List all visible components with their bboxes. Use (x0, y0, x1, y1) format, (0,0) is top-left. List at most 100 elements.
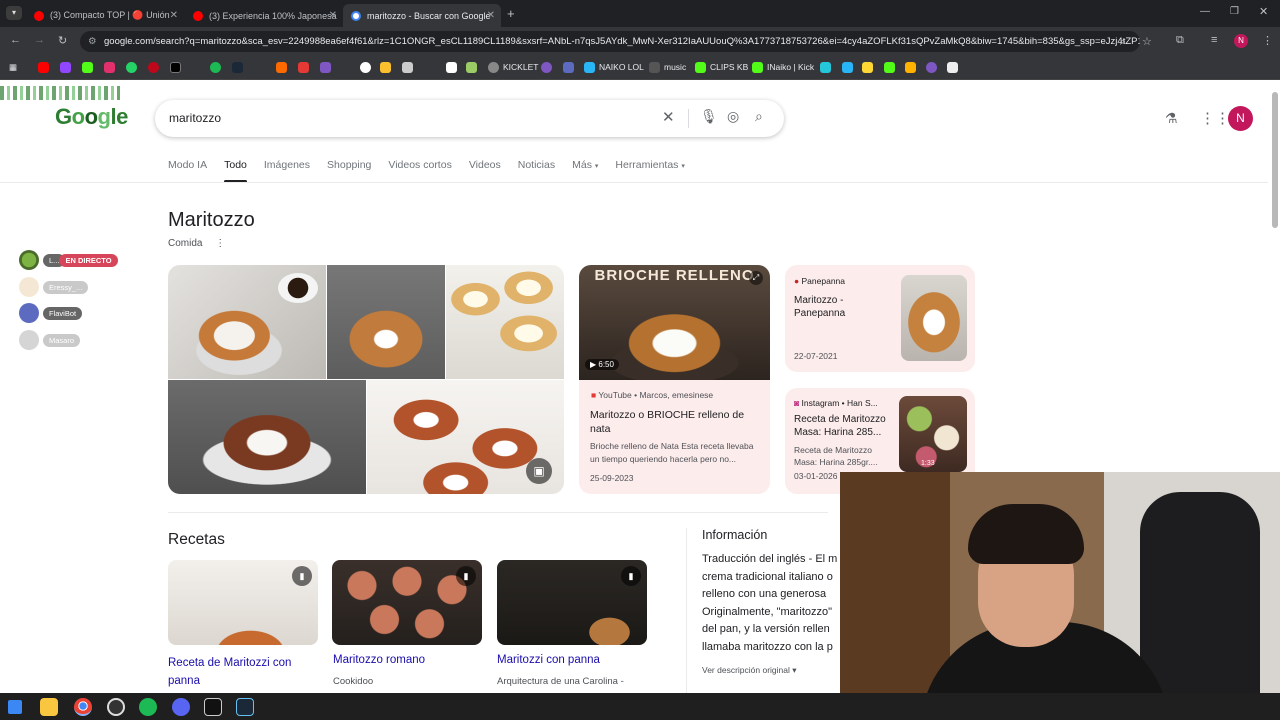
tab-mas[interactable]: Más ▾ (572, 159, 598, 181)
recipe-image-3[interactable]: ▮ (497, 560, 647, 645)
app-icon[interactable] (204, 698, 222, 716)
card-thumbnail[interactable]: 1:33 (899, 396, 967, 472)
bookmark-icon-misc[interactable] (360, 61, 375, 73)
tab-1[interactable]: (3) Compacto TOP | 🔴 Unión ✕ (26, 4, 184, 27)
menu-icon[interactable]: ⋮ (1262, 34, 1273, 47)
spotify-icon[interactable] (139, 698, 157, 716)
video-title[interactable]: Maritozzo o BRIOCHE relleno de nata (590, 408, 762, 436)
card-title[interactable]: Maritozzo - Panepanna (794, 294, 889, 320)
bookmark-icon[interactable]: ▮ (292, 566, 312, 586)
new-tab-button[interactable]: + (507, 6, 515, 21)
recipe-title[interactable]: Receta de Maritozzi con panna (168, 654, 318, 690)
lens-icon[interactable]: ◎ (727, 108, 739, 125)
bookmark-icon[interactable]: ▮ (456, 566, 476, 586)
bookmark-naiko-kick[interactable]: INaiko | Kick (752, 61, 814, 73)
bookmark-icon-misc[interactable] (466, 61, 481, 73)
tab-3[interactable]: maritozzo - Buscar con Google ✕ (343, 4, 501, 27)
clear-icon[interactable]: ✕ (662, 108, 675, 126)
restore-button[interactable]: ❐ (1230, 6, 1239, 17)
image-maritozzo-2[interactable] (327, 265, 445, 379)
tab-shopping[interactable]: Shopping (327, 159, 371, 181)
scrollbar[interactable] (1272, 92, 1278, 228)
image-maritozzo-5[interactable]: ▣ (367, 380, 564, 494)
bookmark-naiko-lol[interactable]: NAIKO LOL (584, 61, 644, 73)
google-logo[interactable]: Google (55, 104, 128, 130)
media-icon[interactable]: ≡ (1211, 34, 1217, 46)
search-box[interactable]: ✕ 🎙 ◎ ⌕ (155, 100, 784, 137)
recipe-image-2[interactable]: ▮ (332, 560, 482, 645)
steam-icon[interactable] (236, 698, 254, 716)
bookmark-icon-misc[interactable] (563, 61, 578, 73)
image-maritozzo-3[interactable] (446, 265, 564, 379)
bookmark-icon-misc[interactable] (862, 61, 877, 73)
bookmark-icon-spotify[interactable] (210, 61, 225, 73)
tab-todo[interactable]: Todo (224, 159, 247, 183)
search-icon[interactable]: ⌕ (755, 108, 763, 125)
reload-icon[interactable]: ↻ (58, 34, 67, 47)
recipe-image-1[interactable]: ▮ (168, 560, 318, 645)
bookmark-clips-kb[interactable]: CLIPS KB (695, 61, 748, 73)
side-card-panepanna[interactable]: ● Panepanna Maritozzo - Panepanna 22-07-… (785, 265, 975, 372)
bookmark-icon-misc[interactable] (926, 61, 941, 73)
profile-avatar[interactable]: N (1234, 34, 1248, 48)
close-icon[interactable]: ✕ (170, 10, 178, 21)
bookmark-kicklet[interactable]: KICKLET (488, 61, 538, 73)
tab-videos-cortos[interactable]: Videos cortos (388, 159, 451, 181)
site-info-icon[interactable]: ⚙ (88, 31, 97, 52)
video-result-card[interactable]: BRIOCHE RELLENO ⤢ ▶ 6:50 ■ YouTube • Mar… (579, 265, 770, 494)
tab-videos[interactable]: Videos (469, 159, 501, 181)
close-icon[interactable]: ✕ (487, 10, 495, 21)
image-maritozzo-1[interactable] (168, 265, 326, 379)
tab-2[interactable]: (3) Experiencia 100% Japonesa ✕ (185, 4, 343, 27)
tab-herramientas[interactable]: Herramientas ▾ (615, 159, 684, 181)
account-avatar[interactable]: N (1228, 106, 1253, 131)
recipe-title[interactable]: Maritozzi con panna (497, 654, 600, 666)
bookmark-icon-misc[interactable] (842, 61, 857, 73)
bookmark-icon-misc[interactable] (884, 61, 899, 73)
close-icon[interactable]: ✕ (329, 10, 337, 21)
more-options-icon[interactable]: ⋮ (215, 238, 225, 249)
recipe-title[interactable]: Maritozzo romano (333, 654, 425, 666)
bookmark-icon-youtube[interactable] (38, 61, 53, 73)
bookmark-icon-misc[interactable] (905, 61, 920, 73)
forward-icon[interactable]: → (34, 34, 45, 46)
minimize-button[interactable]: — (1200, 6, 1210, 17)
zoom-icon[interactable]: ⌕ (1120, 36, 1126, 49)
bookmark-icon-misc[interactable] (380, 61, 395, 73)
search-input[interactable] (169, 108, 639, 128)
tab-noticias[interactable]: Noticias (518, 159, 555, 181)
bookmark-icon-misc[interactable] (820, 61, 835, 73)
bookmark-icon[interactable]: ▮ (621, 566, 641, 586)
bookmark-icon-steam[interactable] (232, 61, 247, 73)
tab-imagenes[interactable]: Imágenes (264, 159, 310, 181)
bookmark-icon-twitch[interactable] (60, 61, 75, 73)
card-thumbnail[interactable] (901, 275, 967, 361)
extensions-icon[interactable]: ⧉ (1176, 34, 1184, 47)
bookmark-icon-misc[interactable] (541, 61, 556, 73)
bookmark-icon-instagram[interactable] (104, 61, 119, 73)
expand-icon[interactable]: ⤢ (749, 271, 763, 285)
bookmark-star-icon[interactable]: ☆ (1142, 35, 1152, 48)
bookmark-icon-misc[interactable] (947, 61, 962, 73)
back-icon[interactable]: ← (10, 34, 21, 46)
close-window-button[interactable]: ✕ (1259, 5, 1268, 18)
windows-start-icon[interactable] (8, 700, 22, 714)
bookmark-icon-misc[interactable] (402, 61, 417, 73)
bookmark-icon-misc[interactable] (298, 61, 313, 73)
card-title[interactable]: Receta de Maritozzo Masa: Harina 285... (794, 413, 894, 439)
video-thumbnail[interactable]: BRIOCHE RELLENO ⤢ ▶ 6:50 (579, 265, 770, 380)
labs-icon[interactable]: ⚗ (1165, 110, 1178, 127)
apps-icon[interactable]: ▦ (9, 61, 17, 73)
microphone-icon[interactable]: 🎙 (700, 108, 718, 125)
bookmark-icon-whatsapp[interactable] (126, 61, 141, 73)
address-bar[interactable]: ⚙ google.com/search?q=maritozzo&sca_esv=… (80, 31, 1140, 52)
bookmark-icon-misc[interactable] (320, 61, 335, 73)
file-explorer-icon[interactable] (40, 698, 58, 716)
bookmark-icon-kick[interactable] (82, 61, 97, 73)
image-maritozzo-4[interactable] (168, 380, 366, 494)
obs-icon[interactable] (107, 698, 125, 716)
tab-modo-ia[interactable]: Modo IA (168, 159, 207, 181)
bookmark-icon-misc[interactable] (446, 61, 461, 73)
tab-search-button[interactable]: ▾ (6, 6, 22, 20)
apps-grid-icon[interactable]: ⋮⋮ (1200, 109, 1230, 127)
